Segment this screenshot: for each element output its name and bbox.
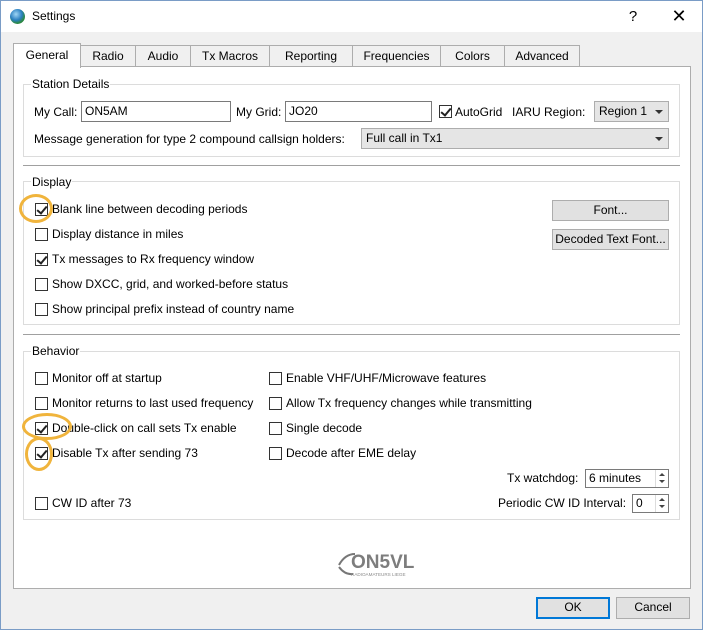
msg-gen-value: Full call in Tx1 — [366, 131, 443, 145]
eme-delay-label: Decode after EME delay — [286, 446, 417, 460]
dxcc-status-label: Show DXCC, grid, and worked-before statu… — [52, 277, 289, 291]
disable-tx-label: Disable Tx after sending 73 — [52, 446, 198, 460]
font-button[interactable]: Font... — [552, 200, 669, 221]
distance-miles-label: Display distance in miles — [52, 227, 184, 241]
tx-watchdog-spinbox[interactable]: 6 minutes — [585, 469, 669, 488]
ok-button[interactable]: OK — [536, 597, 610, 619]
cw-id-interval-spinbox[interactable]: 0 — [632, 494, 669, 513]
tx-watchdog-value: 6 minutes — [589, 471, 642, 485]
separator — [23, 165, 680, 166]
msg-gen-label: Message generation for type 2 compound c… — [34, 132, 345, 146]
allow-tx-freq-label: Allow Tx frequency changes while transmi… — [286, 396, 532, 410]
monitor-off-checkbox[interactable] — [35, 372, 48, 385]
general-panel: Station Details My Call: ON5AM My Grid: … — [13, 66, 691, 589]
title-bar: Settings ? ✕ — [1, 1, 702, 32]
my-call-label: My Call: — [34, 105, 78, 119]
highlight-circle — [25, 437, 53, 471]
logo-text: ON5VL — [351, 552, 415, 573]
station-details-title: Station Details — [31, 77, 111, 91]
settings-window: Settings ? ✕ General Radio Audio Tx Macr… — [0, 0, 703, 630]
vhf-features-checkbox[interactable] — [269, 372, 282, 385]
double-click-label: Double-click on call sets Tx enable — [52, 421, 237, 435]
dxcc-status-checkbox[interactable] — [35, 278, 48, 291]
iaru-region-select[interactable]: Region 1 — [594, 101, 669, 122]
help-button[interactable]: ? — [610, 1, 656, 32]
app-globe-icon — [10, 9, 25, 24]
iaru-region-label: IARU Region: — [512, 105, 586, 119]
tab-colors[interactable]: Colors — [440, 45, 505, 67]
display-title: Display — [31, 175, 73, 189]
blank-line-label: Blank line between decoding periods — [52, 202, 248, 216]
tx-watchdog-label: Tx watchdog: — [507, 471, 579, 485]
tab-reporting[interactable]: Reporting — [269, 45, 353, 67]
principal-prefix-checkbox[interactable] — [35, 303, 48, 316]
cw-id-interval-value: 0 — [636, 496, 643, 510]
cw-id-interval-label: Periodic CW ID Interval: — [498, 496, 627, 510]
my-grid-label: My Grid: — [236, 105, 282, 119]
spin-up-icon — [659, 498, 665, 501]
my-call-input[interactable]: ON5AM — [81, 101, 231, 122]
highlight-circle — [19, 194, 53, 223]
tab-tx-macros[interactable]: Tx Macros — [190, 45, 270, 67]
close-button[interactable]: ✕ — [656, 1, 702, 32]
tab-advanced[interactable]: Advanced — [504, 45, 580, 67]
autogrid-label: AutoGrid — [455, 105, 503, 119]
single-decode-checkbox[interactable] — [269, 422, 282, 435]
spin-buttons[interactable] — [655, 470, 668, 487]
spin-buttons[interactable] — [655, 495, 668, 512]
cw-id-checkbox[interactable] — [35, 497, 48, 510]
distance-miles-checkbox[interactable] — [35, 228, 48, 241]
single-decode-label: Single decode — [286, 421, 363, 435]
vhf-features-label: Enable VHF/UHF/Microwave features — [286, 371, 487, 385]
monitor-returns-label: Monitor returns to last used frequency — [52, 396, 254, 410]
spin-down-icon — [659, 505, 665, 508]
cw-id-label: CW ID after 73 — [52, 496, 132, 510]
tab-general[interactable]: General — [13, 43, 81, 68]
principal-prefix-label: Show principal prefix instead of country… — [52, 302, 295, 316]
msg-gen-select[interactable]: Full call in Tx1 — [361, 128, 669, 149]
tx-messages-checkbox[interactable] — [35, 253, 48, 266]
tab-radio[interactable]: Radio — [80, 45, 136, 67]
tab-frequencies[interactable]: Frequencies — [352, 45, 441, 67]
logo-subtext: RADIOAMATEURS LIEGE — [351, 572, 406, 577]
iaru-region-value: Region 1 — [599, 104, 648, 118]
autogrid-checkbox[interactable] — [439, 105, 452, 118]
separator — [23, 334, 680, 335]
cancel-button[interactable]: Cancel — [616, 597, 690, 619]
tx-messages-label: Tx messages to Rx frequency window — [52, 252, 255, 266]
spin-up-icon — [659, 473, 665, 476]
spin-down-icon — [659, 480, 665, 483]
monitor-returns-checkbox[interactable] — [35, 397, 48, 410]
eme-delay-checkbox[interactable] — [269, 447, 282, 460]
allow-tx-freq-checkbox[interactable] — [269, 397, 282, 410]
chevron-down-icon — [655, 137, 663, 141]
decoded-text-font-button[interactable]: Decoded Text Font... — [552, 229, 669, 250]
highlight-circle — [22, 413, 72, 440]
my-grid-input[interactable]: JO20 — [285, 101, 432, 122]
window-title: Settings — [32, 9, 76, 23]
behavior-title: Behavior — [31, 344, 81, 358]
chevron-down-icon — [655, 110, 663, 114]
on5vl-logo: ON5VL RADIOAMATEURS LIEGE — [338, 552, 415, 577]
tab-audio[interactable]: Audio — [135, 45, 191, 67]
monitor-off-label: Monitor off at startup — [52, 371, 162, 385]
